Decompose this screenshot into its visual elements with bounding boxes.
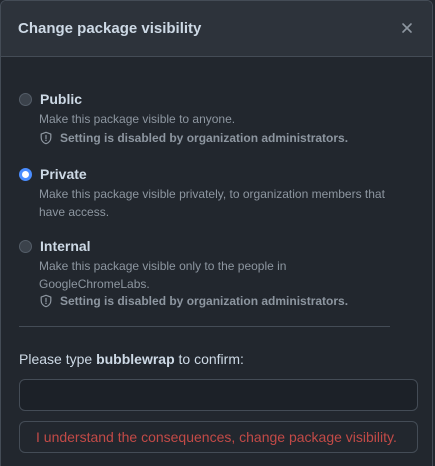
visibility-option-internal[interactable]: Internal Make this package visible only … bbox=[19, 236, 419, 314]
internal-description: Make this package visible only to the pe… bbox=[39, 259, 287, 291]
shield-icon bbox=[39, 131, 53, 145]
confirm-instruction: Please type bubblewrap to confirm: bbox=[19, 349, 244, 369]
internal-note-text: Setting is disabled by organization admi… bbox=[60, 294, 349, 308]
visibility-option-public[interactable]: Public Make this package visible to anyo… bbox=[19, 89, 419, 149]
change-visibility-button[interactable]: I understand the consequences, change pa… bbox=[19, 421, 418, 453]
package-name: bubblewrap bbox=[96, 351, 175, 367]
public-description: Make this package visible to anyone. bbox=[39, 112, 236, 126]
public-note-text: Setting is disabled by organization admi… bbox=[60, 131, 349, 145]
shield-icon bbox=[39, 294, 53, 308]
private-radio[interactable] bbox=[19, 168, 32, 181]
dialog-title: Change package visibility bbox=[18, 20, 202, 37]
change-visibility-dialog: Change package visibility Public Make th… bbox=[0, 0, 433, 466]
internal-radio[interactable] bbox=[19, 240, 32, 253]
visibility-option-private[interactable]: Private Make this package visible privat… bbox=[19, 164, 419, 220]
public-radio[interactable] bbox=[19, 93, 32, 106]
divider bbox=[19, 326, 390, 327]
confirm-suffix: to confirm: bbox=[174, 351, 244, 367]
dialog-header: Change package visibility bbox=[1, 1, 432, 57]
confirm-package-name-input[interactable] bbox=[19, 379, 418, 411]
internal-label: Internal bbox=[40, 238, 91, 254]
private-description: Make this package visible privately, to … bbox=[39, 187, 385, 219]
internal-disabled-note: Setting is disabled by organization admi… bbox=[39, 292, 348, 310]
confirm-prefix: Please type bbox=[19, 351, 97, 367]
close-icon[interactable] bbox=[398, 19, 416, 37]
private-label: Private bbox=[40, 166, 87, 182]
public-disabled-note: Setting is disabled by organization admi… bbox=[39, 129, 348, 147]
public-label: Public bbox=[40, 91, 83, 107]
